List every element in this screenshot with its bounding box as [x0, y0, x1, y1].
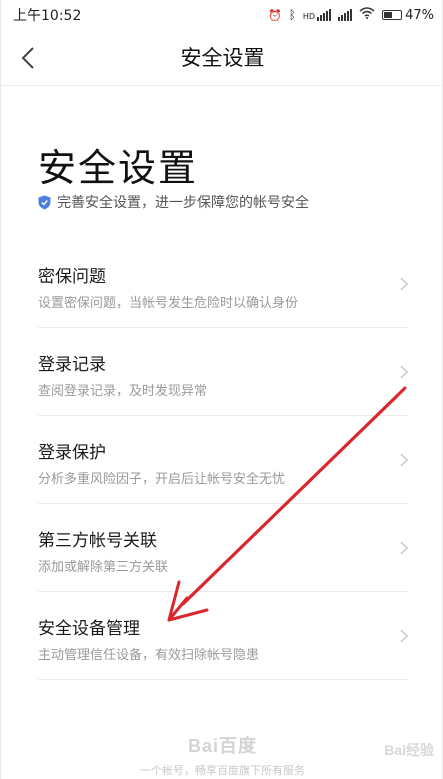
phone-screen: 上午10:52 ⏰ ᛒ HD 47% 安全设置 安全设置 完善安全设置，进一步保…: [0, 0, 443, 779]
item-title: 密保问题: [38, 267, 106, 287]
watermark: Bai经验: [384, 742, 434, 758]
page-subtitle: 完善安全设置，进一步保障您的帐号安全: [38, 192, 309, 212]
security-settings-list: 密保问题 设置密保问题，当帐号发生危险时以确认身份 登录记录 查阅登录记录，及时…: [38, 240, 409, 680]
list-item-login-protection[interactable]: 登录保护 分析多重风险因子，开启后让帐号安全无忧: [38, 416, 409, 504]
baidu-logo: Bai百度: [187, 736, 257, 756]
wifi-icon: [359, 7, 375, 23]
item-desc: 分析多重风险因子，开启后让帐号安全无忧: [38, 472, 286, 487]
battery-fill: [384, 12, 393, 18]
battery-percent: 47%: [405, 7, 434, 23]
item-title: 登录记录: [38, 355, 106, 375]
nav-title: 安全设置: [180, 46, 265, 70]
status-icons: ⏰ ᛒ HD 47%: [268, 7, 434, 23]
shield-icon: [38, 195, 51, 209]
item-desc: 添加或解除第三方关联: [38, 560, 169, 575]
signal-icon: [338, 9, 353, 21]
nav-bar: 安全设置: [1, 30, 443, 86]
footer: Bai百度 一个帐号，畅享百度旗下所有服务: [1, 732, 443, 778]
item-desc: 主动管理信任设备，有效扫除帐号隐患: [38, 648, 260, 663]
status-bar: 上午10:52 ⏰ ᛒ HD 47%: [1, 0, 443, 30]
subtitle-text: 完善安全设置，进一步保障您的帐号安全: [57, 195, 309, 211]
chevron-right-icon: [400, 277, 409, 291]
list-item-security-devices[interactable]: 安全设备管理 主动管理信任设备，有效扫除帐号隐患: [38, 592, 409, 680]
battery-icon: 47%: [382, 8, 434, 23]
bluetooth-icon: ᛒ: [288, 8, 296, 22]
item-title: 第三方帐号关联: [38, 531, 157, 551]
footer-text: 一个帐号，畅享百度旗下所有服务: [140, 764, 305, 777]
item-desc: 设置密保问题，当帐号发生危险时以确认身份: [38, 296, 299, 311]
signal-icon: HD: [303, 9, 332, 21]
page-title: 安全设置: [38, 146, 199, 190]
chevron-right-icon: [400, 541, 409, 555]
item-desc: 查阅登录记录，及时发现异常: [38, 384, 208, 399]
list-item-third-party-accounts[interactable]: 第三方帐号关联 添加或解除第三方关联: [38, 504, 409, 592]
item-title: 安全设备管理: [38, 619, 140, 639]
item-title: 登录保护: [38, 443, 106, 463]
chevron-right-icon: [400, 453, 409, 467]
chevron-right-icon: [400, 629, 409, 643]
status-time: 上午10:52: [13, 8, 82, 24]
alarm-icon: ⏰: [268, 8, 282, 22]
list-item-security-questions[interactable]: 密保问题 设置密保问题，当帐号发生危险时以确认身份: [38, 240, 409, 328]
list-item-login-records[interactable]: 登录记录 查阅登录记录，及时发现异常: [38, 328, 409, 416]
chevron-right-icon: [400, 365, 409, 379]
